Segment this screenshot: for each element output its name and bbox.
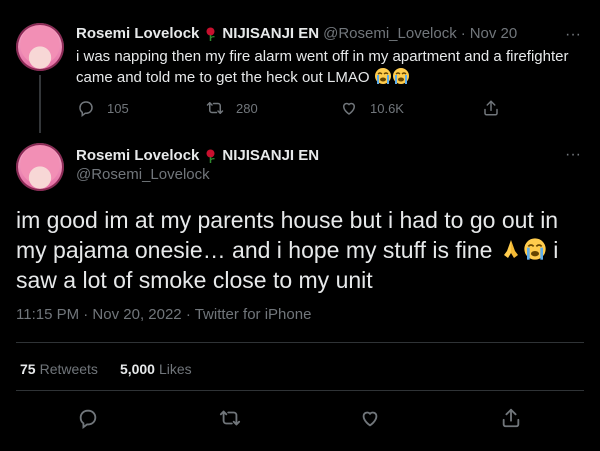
retweet-button[interactable] (219, 407, 241, 429)
handle[interactable]: @Rosemi_Lovelock (76, 166, 210, 183)
rose-emoji (206, 27, 216, 41)
share-icon (502, 408, 520, 428)
share-icon (484, 100, 498, 116)
tweet-stats: 75 Retweets 5,000 Likes (20, 361, 192, 377)
loudly-crying-emoji (392, 68, 409, 84)
retweet-button[interactable]: 280 (206, 99, 258, 117)
avatar[interactable] (16, 23, 64, 71)
stat-spacer (102, 361, 116, 377)
tweet-header: Rosemi Lovelock NIJISANJI EN (76, 147, 319, 164)
loudly-crying-emoji (524, 238, 546, 260)
retweet-icon (219, 410, 241, 426)
rose-emoji (206, 149, 216, 163)
separator: · (460, 25, 466, 42)
tweet-header: Rosemi Lovelock NIJISANJI EN @Rosemi_Lov… (76, 25, 517, 42)
reply-button[interactable] (77, 407, 99, 429)
retweet-icon (206, 102, 224, 114)
tweet-text-line: my pajama onesie… and i hope my stuff is… (16, 235, 588, 265)
heart-icon (362, 411, 378, 427)
heart-icon (342, 102, 356, 115)
reply-count: 105 (107, 100, 129, 116)
like-button[interactable] (359, 407, 381, 429)
display-name[interactable]: Rosemi Lovelock (76, 25, 199, 42)
tweet-text-segment: my pajama onesie… and i hope my stuff is… (16, 237, 493, 263)
like-count: 10.6K (370, 100, 404, 116)
tweet-text-line: saw a lot of smoke close to my unit (16, 267, 373, 293)
loudly-crying-emoji (374, 68, 391, 84)
folded-hands-emoji (503, 240, 518, 258)
tweet-text-segment: came and told me to get the heck out LMA… (76, 69, 370, 86)
tweet-text: i was napping then my fire alarm went of… (76, 47, 586, 88)
reply-icon (79, 101, 93, 117)
share-button[interactable] (482, 99, 500, 117)
retweet-stat-count[interactable]: 75 (20, 361, 36, 377)
like-button[interactable]: 10.6K (340, 99, 404, 117)
tweet-date[interactable]: Nov 20 (470, 25, 518, 42)
display-name[interactable]: Rosemi Lovelock (76, 147, 199, 164)
more-icon[interactable]: ··· (564, 146, 582, 164)
tweet-text-line: im good im at my parents house but i had… (16, 207, 559, 233)
thread-line (39, 75, 41, 133)
retweet-stat-label[interactable]: Retweets (40, 361, 98, 377)
avatar[interactable] (16, 143, 64, 191)
display-name-suffix: NIJISANJI EN (222, 147, 320, 164)
tweet-text-line: came and told me to get the heck out LMA… (76, 67, 586, 88)
divider (16, 342, 584, 343)
display-name-suffix: NIJISANJI EN (222, 25, 320, 42)
tweet-text-segment: i (553, 237, 559, 263)
retweet-count: 280 (236, 100, 258, 116)
like-stat-label[interactable]: Likes (159, 361, 192, 377)
tweet-text-line: i was napping then my fire alarm went of… (76, 48, 569, 65)
reply-button[interactable]: 105 (77, 99, 129, 117)
share-button[interactable] (500, 407, 522, 429)
more-icon[interactable]: ··· (564, 26, 582, 44)
tweet-text: im good im at my parents house but i had… (16, 205, 588, 295)
reply-icon (79, 409, 97, 429)
handle[interactable]: @Rosemi_Lovelock (323, 25, 457, 42)
like-stat-count[interactable]: 5,000 (120, 361, 155, 377)
tweet-timestamp[interactable]: 11:15 PM · Nov 20, 2022 · Twitter for iP… (16, 306, 311, 323)
divider (16, 390, 584, 391)
